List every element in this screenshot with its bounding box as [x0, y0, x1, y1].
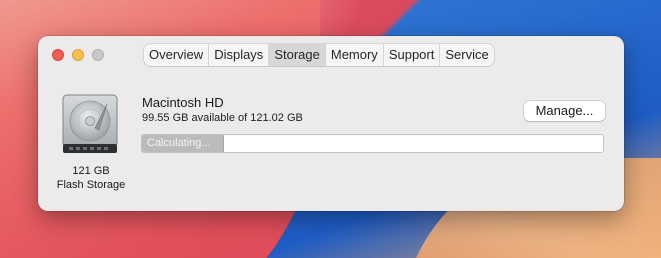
about-this-mac-window: Overview Displays Storage Memory Support…: [38, 36, 624, 211]
drive-caption: 121 GB Flash Storage: [46, 164, 136, 192]
manage-button[interactable]: Manage...: [524, 101, 605, 121]
drive-capacity: 121 GB: [72, 165, 110, 177]
tab-displays[interactable]: Displays: [209, 44, 270, 66]
storage-calculating-label: Calculating...: [147, 137, 211, 149]
title-bar: Overview Displays Storage Memory Support…: [38, 36, 624, 74]
tab-support[interactable]: Support: [384, 44, 441, 66]
tab-memory[interactable]: Memory: [326, 44, 384, 66]
tab-bar: Overview Displays Storage Memory Support…: [144, 44, 494, 66]
minimize-window-button[interactable]: [72, 49, 84, 61]
hard-drive-icon: [62, 94, 118, 153]
tab-service[interactable]: Service: [440, 44, 493, 66]
tab-storage[interactable]: Storage: [269, 44, 326, 66]
storage-usage-bar: Calculating...: [141, 134, 604, 153]
drive-type: Flash Storage: [56, 179, 126, 191]
volume-name: Macintosh HD: [142, 95, 224, 110]
zoom-window-button: [92, 49, 104, 61]
tab-overview[interactable]: Overview: [144, 44, 210, 66]
volume-available-space: 99.55 GB available of 121.02 GB: [142, 112, 303, 124]
close-window-button[interactable]: [52, 49, 64, 61]
